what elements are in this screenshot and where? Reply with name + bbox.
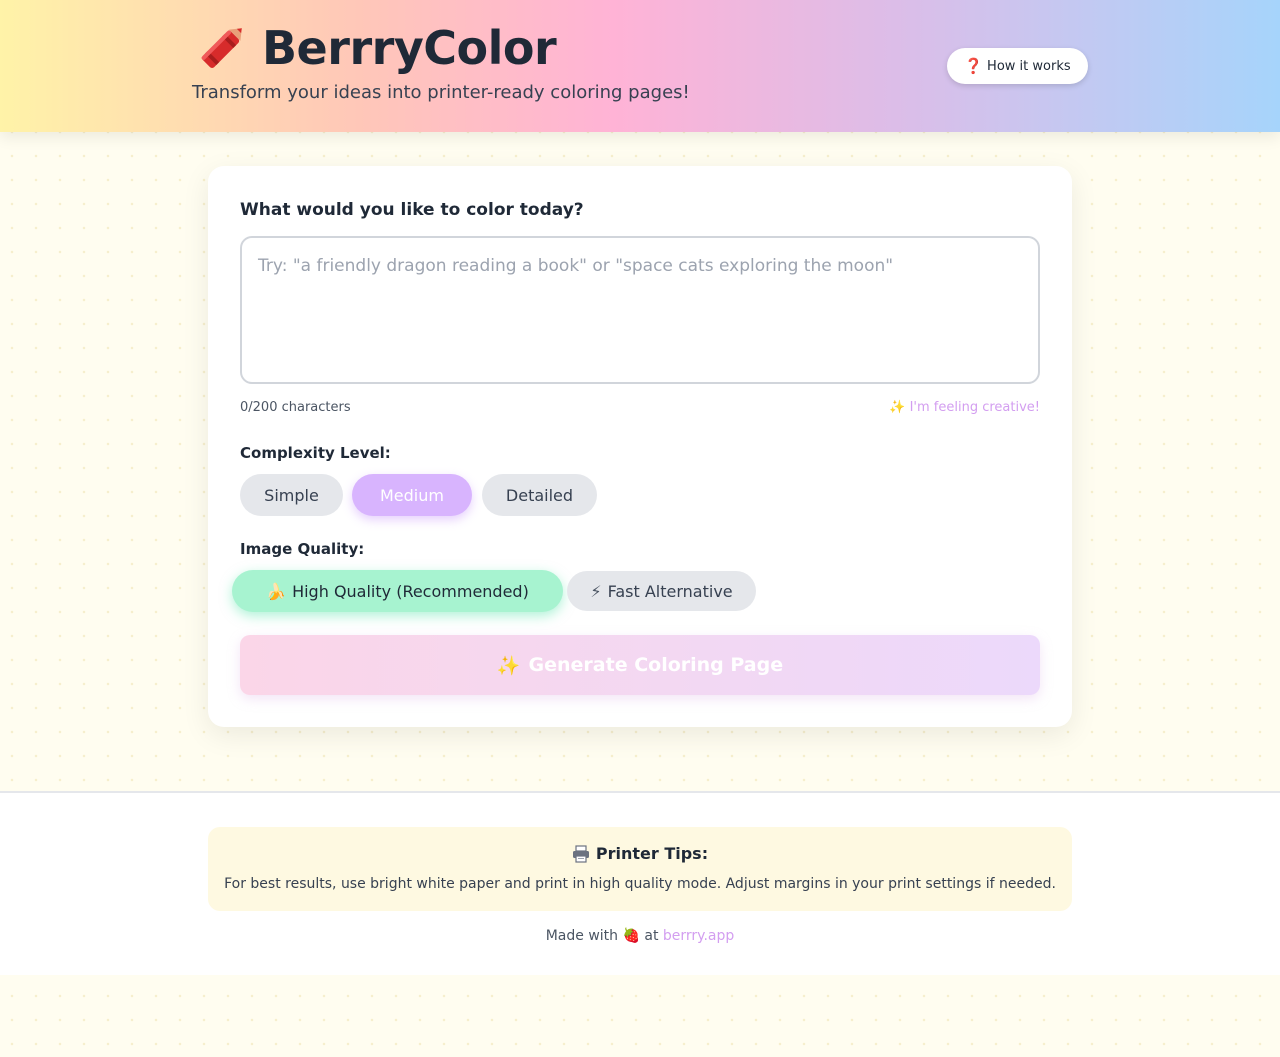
question-icon: ❓ [964, 57, 984, 75]
printer-tips-text: For best results, use bright white paper… [224, 876, 1056, 892]
prompt-label: What would you like to color today? [240, 200, 584, 220]
character-count: 0/200 characters [240, 400, 351, 415]
printer-tips-box: Printer Tips: For best results, use brig… [208, 827, 1072, 911]
banana-icon: 🍌 [266, 581, 287, 601]
berrry-app-link[interactable]: berrry.app [663, 928, 734, 944]
quality-high-label: High Quality (Recommended) [292, 581, 529, 601]
sparkle-icon: ✨ [496, 654, 521, 677]
tips-title-text: Printer Tips: [595, 844, 709, 863]
quality-label: Image Quality: [240, 540, 365, 558]
how-it-works-label: How it works [987, 58, 1071, 74]
app-header: BerrryColor Transform your ideas into pr… [0, 0, 1280, 132]
how-it-works-button[interactable]: ❓ How it works [947, 48, 1088, 84]
app-title: BerrryColor [262, 21, 557, 75]
generate-label: Generate Coloring Page [528, 654, 784, 676]
quality-fast-label: Fast Alternative [607, 581, 733, 601]
strawberry-icon: 🍓 [622, 928, 640, 944]
crayon-icon [201, 28, 242, 68]
complexity-simple-button[interactable]: Simple [240, 474, 343, 516]
printer-icon [572, 844, 589, 863]
prompt-input[interactable] [240, 236, 1040, 384]
generator-card: What would you like to color today? 0/20… [208, 166, 1072, 727]
app-logo: BerrryColor [192, 18, 557, 78]
made-with-credit: Made with 🍓 at berrry.app [0, 928, 1280, 944]
quality-fast-button[interactable]: ⚡ Fast Alternative [567, 571, 756, 611]
feeling-creative-link[interactable]: ✨ I'm feeling creative! [889, 400, 1040, 415]
printer-tips-title: Printer Tips: [208, 844, 1072, 863]
made-with-at: at [644, 928, 659, 944]
complexity-detailed-button[interactable]: Detailed [482, 474, 597, 516]
lightning-icon: ⚡ [590, 581, 602, 601]
page-footer: Printer Tips: For best results, use brig… [0, 791, 1280, 975]
quality-high-button[interactable]: 🍌 High Quality (Recommended) [232, 570, 563, 612]
app-tagline: Transform your ideas into printer-ready … [192, 82, 690, 103]
complexity-medium-button[interactable]: Medium [352, 474, 472, 516]
made-with-prefix: Made with [545, 928, 619, 944]
generate-button[interactable]: ✨ Generate Coloring Page [240, 635, 1040, 695]
complexity-label: Complexity Level: [240, 444, 391, 462]
